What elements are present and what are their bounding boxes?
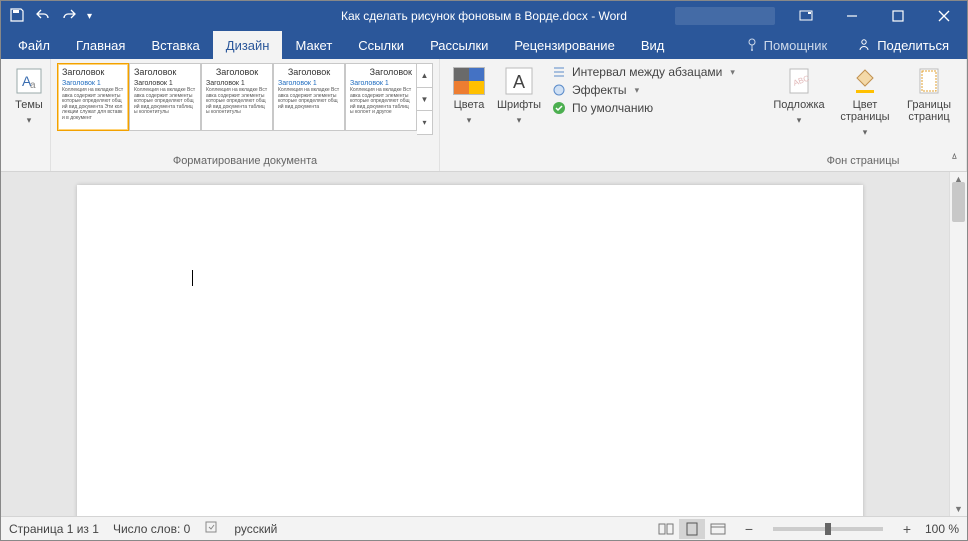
text-cursor (192, 270, 193, 286)
gallery-item[interactable]: ЗаголовокЗаголовок 1Коллекция на вкладке… (201, 63, 273, 131)
page-color-icon (849, 65, 881, 97)
themes-button[interactable]: Aa Темы ▾ (7, 63, 51, 128)
proofing-icon[interactable] (204, 519, 220, 538)
fonts-label: Шрифты (497, 99, 541, 111)
view-buttons (653, 519, 731, 539)
chevron-down-icon: ▾ (730, 67, 735, 78)
gallery-item[interactable]: ЗаголовокЗаголовок 1Коллекция на вкладке… (57, 63, 129, 131)
spacing-icon (552, 65, 566, 79)
zoom-thumb[interactable] (825, 523, 831, 535)
effects-button[interactable]: Эффекты▾ (552, 83, 735, 97)
gallery-more-button[interactable]: ▾ (417, 111, 433, 135)
scroll-thumb[interactable] (952, 182, 965, 222)
qat-customize-icon[interactable]: ▾ (87, 11, 92, 22)
chevron-down-icon: ▾ (27, 115, 32, 126)
zoom-out-button[interactable]: − (741, 521, 757, 537)
tab-design[interactable]: Дизайн (213, 31, 283, 59)
page-area[interactable] (1, 172, 949, 516)
check-icon (552, 101, 566, 115)
chevron-down-icon: ▾ (797, 115, 802, 126)
colors-label: Цвета (454, 99, 485, 111)
chevron-down-icon: ▾ (635, 85, 640, 96)
window-title: Как сделать рисунок фоновым в Ворде.docx… (341, 9, 627, 23)
close-button[interactable] (921, 1, 967, 31)
svg-text:a: a (30, 80, 36, 91)
gallery-item[interactable]: ЗаголовокЗаголовок 1Коллекция на вкладке… (345, 63, 417, 131)
language-status[interactable]: русский (234, 522, 277, 536)
status-bar: Страница 1 из 1 Число слов: 0 русский − … (1, 516, 967, 540)
group-label: Форматирование документа (51, 152, 439, 167)
tell-me-search[interactable]: Помощник (736, 38, 838, 53)
tab-file[interactable]: Файл (5, 31, 63, 59)
watermark-button[interactable]: ABC Подложка ▾ (766, 63, 832, 140)
gallery-up-button[interactable]: ▲ (417, 63, 433, 88)
fonts-button[interactable]: A Шрифты ▾ (492, 63, 546, 128)
colors-button[interactable]: Цвета ▾ (446, 63, 492, 128)
page-borders-icon (913, 65, 945, 97)
minimize-button[interactable] (829, 1, 875, 31)
document-workspace: ▲ ▼ (1, 172, 967, 516)
gallery-item[interactable]: ЗаголовокЗаголовок 1Коллекция на вкладке… (129, 63, 201, 131)
tab-layout[interactable]: Макет (282, 31, 345, 59)
word-count[interactable]: Число слов: 0 (113, 522, 190, 536)
tab-home[interactable]: Главная (63, 31, 138, 59)
gallery-nav: ▲ ▼ ▾ (417, 63, 433, 135)
scroll-down-button[interactable]: ▼ (950, 502, 967, 516)
ribbon: Aa Темы ▾ ЗаголовокЗаголовок 1Коллекция … (1, 59, 967, 172)
redo-icon[interactable] (61, 7, 77, 26)
zoom-slider[interactable] (773, 527, 883, 531)
share-button[interactable]: Поделиться (843, 38, 963, 53)
share-label: Поделиться (877, 38, 949, 53)
page-color-label: Цвет страницы (834, 99, 896, 123)
document-formatting-gallery: ЗаголовокЗаголовок 1Коллекция на вкладке… (57, 63, 433, 135)
svg-text:A: A (513, 72, 525, 92)
colors-icon (453, 67, 485, 95)
tab-review[interactable]: Рецензирование (501, 31, 627, 59)
themes-icon: Aa (13, 65, 45, 97)
page-borders-button[interactable]: Границы страниц (898, 63, 960, 140)
paragraph-options: Интервал между абзацами▾ Эффекты▾ По умо… (546, 63, 741, 128)
set-default-button[interactable]: По умолчанию (552, 101, 735, 115)
page[interactable] (77, 185, 863, 516)
print-layout-button[interactable] (679, 519, 705, 539)
effects-icon (552, 83, 566, 97)
read-mode-button[interactable] (653, 519, 679, 539)
page-color-button[interactable]: Цвет страницы ▾ (832, 63, 898, 140)
page-borders-label: Границы страниц (900, 99, 958, 123)
tab-mailings[interactable]: Рассылки (417, 31, 501, 59)
tell-me-label: Помощник (764, 38, 828, 53)
ribbon-display-options-icon[interactable] (783, 1, 829, 31)
tab-references[interactable]: Ссылки (345, 31, 417, 59)
collapse-ribbon-button[interactable]: ㅿ (946, 146, 963, 165)
zoom-in-button[interactable]: + (899, 521, 915, 537)
vertical-scrollbar[interactable]: ▲ ▼ (949, 172, 967, 516)
ribbon-tabs: Файл Главная Вставка Дизайн Макет Ссылки… (1, 31, 967, 59)
paragraph-spacing-button[interactable]: Интервал между абзацами▾ (552, 65, 735, 79)
watermark-label: Подложка (773, 99, 824, 111)
themes-label: Темы (15, 99, 43, 111)
fonts-icon: A (503, 65, 535, 97)
watermark-icon: ABC (783, 65, 815, 97)
page-count[interactable]: Страница 1 из 1 (9, 522, 99, 536)
group-label: Фон страницы (760, 152, 966, 167)
undo-icon[interactable] (35, 7, 51, 26)
tab-insert[interactable]: Вставка (138, 31, 212, 59)
chevron-down-icon: ▾ (517, 115, 522, 126)
gallery-down-button[interactable]: ▼ (417, 88, 433, 112)
quick-access-toolbar: ▾ (1, 7, 100, 26)
chevron-down-icon: ▾ (467, 115, 472, 126)
title-bar: ▾ Как сделать рисунок фоновым в Ворде.do… (1, 1, 967, 31)
web-layout-button[interactable] (705, 519, 731, 539)
save-icon[interactable] (9, 7, 25, 26)
zoom-level[interactable]: 100 % (925, 522, 959, 536)
gallery-item[interactable]: ЗаголовокЗаголовок 1Коллекция на вкладке… (273, 63, 345, 131)
account-placeholder[interactable] (675, 7, 775, 25)
chevron-down-icon: ▾ (863, 127, 868, 138)
maximize-button[interactable] (875, 1, 921, 31)
tab-view[interactable]: Вид (628, 31, 678, 59)
